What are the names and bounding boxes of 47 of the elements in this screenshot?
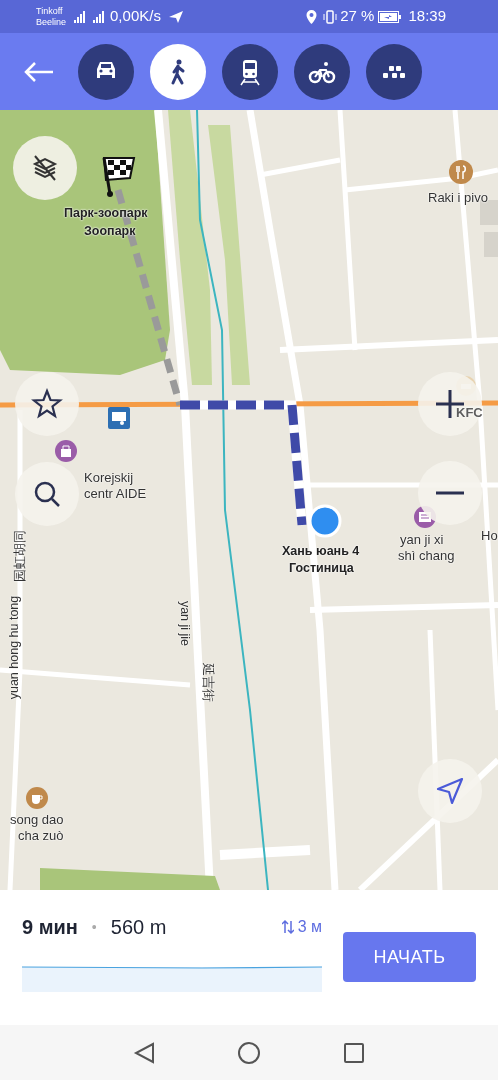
- route-duration: 9 мин: [22, 915, 78, 940]
- shopping-bag-icon: [55, 440, 77, 462]
- street-label: yuan hong hu tong: [7, 595, 23, 700]
- clock-time: 18:39: [408, 6, 446, 27]
- poi-label: cha zuò: [18, 828, 64, 843]
- street-label: 园虹胡同: [12, 529, 28, 582]
- battery-charging-icon: [378, 10, 403, 23]
- poi-label: yan ji xi: [400, 532, 444, 547]
- network-speed: 0,00K/s: [110, 6, 161, 27]
- bus-stop-icon: [108, 407, 130, 429]
- place-label: Парк-зоопарк: [64, 206, 148, 221]
- restaurant-icon: [449, 160, 473, 184]
- send-icon: [168, 10, 183, 23]
- separator-dot: •: [91, 917, 97, 937]
- poi-label: song dao: [10, 812, 64, 827]
- poi-label: Korejskij: [84, 470, 134, 485]
- recent-apps-square-icon[interactable]: [343, 1041, 365, 1064]
- carrier-name: Beeline: [36, 16, 67, 28]
- signal-icon: [93, 10, 105, 23]
- place-label: Хань юань 4: [282, 544, 360, 559]
- home-circle-icon[interactable]: [237, 1040, 261, 1065]
- poi-label: centr AIDE: [84, 486, 147, 501]
- poi-label: Raki i pivo: [428, 190, 488, 205]
- vibrate-icon: [323, 9, 338, 24]
- cafe-cup-icon: [26, 787, 48, 809]
- carrier-name: Tinkoff: [36, 5, 64, 17]
- signal-icon: [74, 10, 86, 23]
- street-label: 延吉街: [200, 663, 215, 702]
- elevation-gain: 3 м: [297, 917, 322, 937]
- location-pin-icon: [306, 9, 318, 24]
- place-label: Гостиница: [289, 561, 354, 576]
- star-icon: [31, 388, 63, 420]
- navigation-arrow-icon: [434, 775, 466, 807]
- poi-label: KFC: [456, 405, 483, 420]
- back-arrow-icon[interactable]: [24, 61, 54, 82]
- place-label: Зоопарк: [84, 224, 136, 239]
- battery-percent: 27 %: [340, 6, 375, 27]
- zoom-out-button[interactable]: [418, 461, 482, 525]
- route-distance: 560 m: [110, 915, 167, 940]
- poi-label: shì chang: [398, 548, 455, 563]
- minus-icon: [434, 491, 466, 495]
- elevation-arrows-icon: [281, 919, 294, 935]
- street-label: yan ji jie: [177, 600, 193, 647]
- start-button[interactable]: НАЧАТЬ: [343, 932, 476, 982]
- back-triangle-icon[interactable]: [133, 1041, 155, 1064]
- current-location-dot: [308, 504, 342, 538]
- poi-label: Ho: [481, 528, 498, 543]
